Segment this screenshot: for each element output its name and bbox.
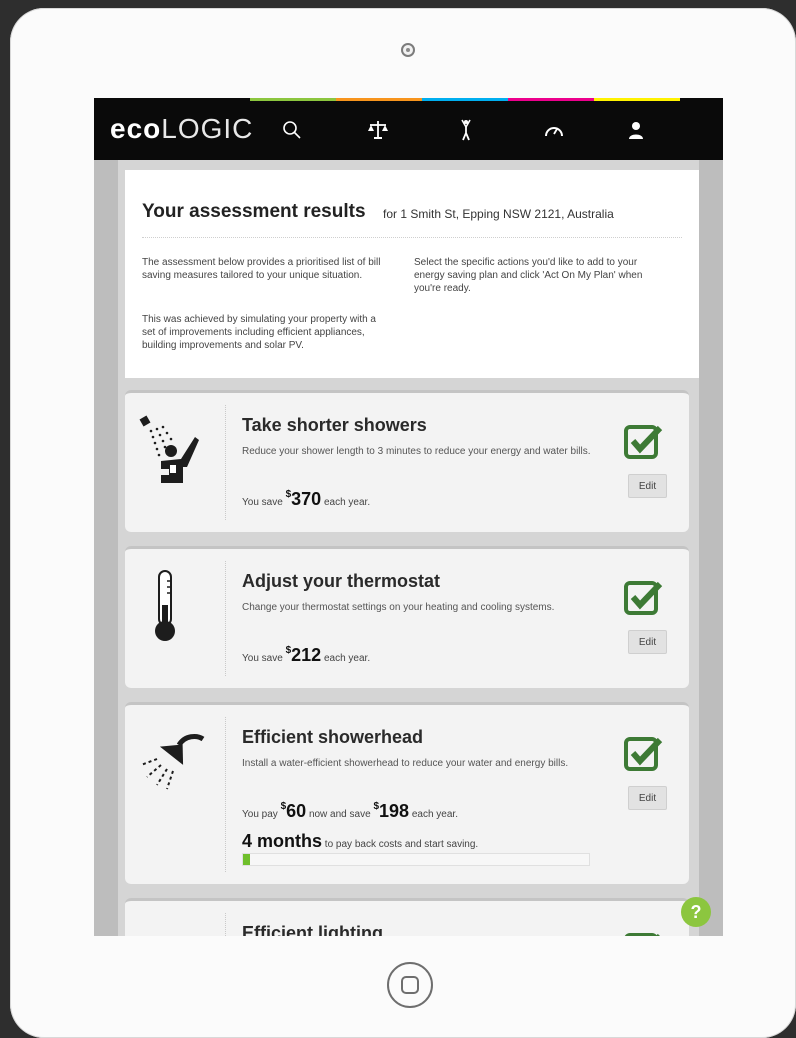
selected-checkbox[interactable] [624,931,664,936]
shower-person-icon [137,411,207,486]
card-description: Reduce your shower length to 3 minutes t… [242,446,591,457]
payback-value: 4 months [242,831,323,851]
save-suffix: each year. [411,809,458,820]
showerhead-icon [137,723,207,798]
save-suffix: each year. [323,653,371,664]
logo-eco: eco [110,113,162,144]
action-card-efficient-lighting: Efficient lighting [125,898,689,936]
intro-paragraph-2: This was achieved by simulating your pro… [142,314,376,351]
savings-amount: 212 [291,645,322,665]
property-address: for 1 Smith St, Epping NSW 2121, Austral… [383,207,614,221]
navbar: ecoLOGIC [94,98,723,160]
action-card-efficient-showerhead: Efficient showerhead Install a water-eff… [125,702,689,884]
payback-suffix: to pay back costs and start saving. [324,839,479,850]
edit-button[interactable]: Edit [628,630,667,654]
person-icon[interactable] [454,118,478,142]
card-cost-and-savings: You pay $60 now and save $198 each year. [242,801,458,822]
home-button[interactable] [387,962,433,1008]
card-description: Change your thermostat settings on your … [242,602,555,613]
payback-progress-bar [242,853,590,866]
selected-checkbox[interactable] [624,735,664,773]
save-prefix: You save [242,653,283,664]
card-savings: You save $370 each year. [242,489,370,510]
edit-button[interactable]: Edit [628,786,667,810]
save-suffix: each year. [323,497,371,508]
card-separator [225,561,226,676]
ecologic-logo[interactable]: ecoLOGIC [110,115,253,143]
card-title: Take shorter showers [242,415,427,435]
action-card-thermostat: Adjust your thermostat Change your therm… [125,546,689,688]
card-separator [225,405,226,520]
cost-amount: 60 [286,801,307,821]
savings-amount: 370 [291,489,322,509]
save-prefix: You save [242,497,283,508]
edit-button[interactable]: Edit [628,474,667,498]
nav-stripe-green [250,98,336,101]
card-savings: You save $212 each year. [242,645,370,666]
intro-divider [142,237,682,238]
nav-stripe-pink [508,98,594,101]
save-mid: now and save [308,809,371,820]
content-area: Your assessment results for 1 Smith St, … [118,160,699,936]
search-icon[interactable] [280,118,304,142]
card-title: Efficient lighting [242,923,383,936]
selected-checkbox[interactable] [624,579,664,617]
payback-progress-fill [243,854,250,865]
card-title: Efficient showerhead [242,727,424,747]
card-separator [225,913,226,936]
app-screen: ecoLOGIC Your assessment results for 1 S… [94,98,723,936]
nav-stripe-blue [422,98,508,101]
card-description: Install a water-efficient showerhead to … [242,758,569,769]
selected-checkbox[interactable] [624,423,664,461]
nav-stripe-yellow [594,98,680,101]
lightbulb-icon [137,919,207,936]
payback-period: 4 months to pay back costs and start sav… [242,831,478,852]
savings-amount: 198 [379,801,410,821]
user-icon[interactable] [624,118,648,142]
pay-prefix: You pay [242,809,278,820]
logo-logic: LOGIC [161,113,254,144]
nav-stripe-orange [336,98,422,101]
card-title: Adjust your thermostat [242,571,441,591]
thermometer-icon [137,567,207,642]
action-card-shorter-showers: Take shorter showers Reduce your shower … [125,390,689,532]
card-separator [225,717,226,872]
scale-icon[interactable] [366,118,390,142]
intro-paragraph-3: Select the specific actions you'd like t… [414,257,643,294]
gauge-icon[interactable] [542,118,566,142]
camera-icon [401,43,415,57]
help-button[interactable]: ? [681,897,711,927]
assessment-intro-panel: Your assessment results for 1 Smith St, … [125,170,699,378]
page-title: Your assessment results [142,201,366,222]
intro-paragraph-1: The assessment below provides a prioriti… [142,257,381,281]
